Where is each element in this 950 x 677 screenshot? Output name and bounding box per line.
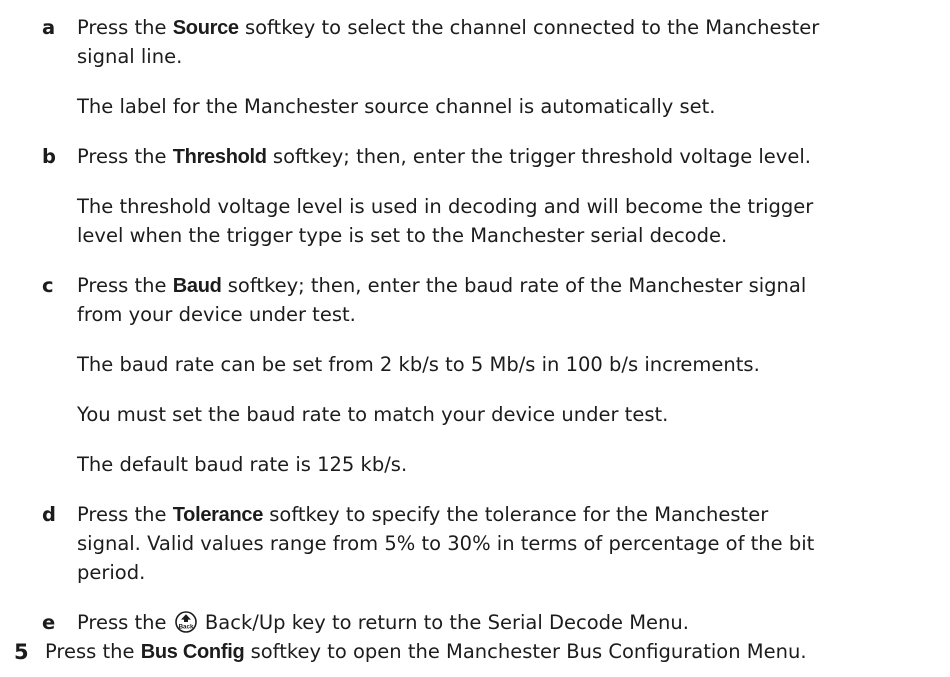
manual-page: a Press the Source softkey to select the… <box>0 0 950 677</box>
substep-marker-a: a <box>42 16 56 39</box>
substep-c-text: Press the Baud softkey; then, enter the … <box>77 274 806 298</box>
substep-a-note: The label for the Manchester source chan… <box>77 95 716 118</box>
back-up-key-icon: Back <box>174 611 197 633</box>
substep-c-note2: You must set the baud rate to match your… <box>77 403 669 426</box>
substep-b-note-line2: level when the trigger type is set to th… <box>77 224 728 247</box>
substep-c-pre: Press the <box>77 274 173 297</box>
substep-d-line2: signal. Valid values range from 5% to 30… <box>77 532 815 555</box>
substep-d-pre: Press the <box>77 503 173 526</box>
substep-b-pre: Press the <box>77 145 173 168</box>
step-number-5: 5 <box>14 640 29 664</box>
substep-marker-c: c <box>42 274 54 297</box>
substep-c-note3: The default baud rate is 125 kb/s. <box>77 453 408 476</box>
substep-b-post: softkey; then, enter the trigger thresho… <box>266 145 811 168</box>
substep-c-post: softkey; then, enter the baud rate of th… <box>221 274 807 297</box>
substep-b-text: Press the Threshold softkey; then, enter… <box>77 145 811 169</box>
substep-e-pre: Press the <box>77 611 173 634</box>
step5-post: softkey to open the Manchester Bus Confi… <box>244 640 807 663</box>
substep-a-text: Press the Source softkey to select the c… <box>77 16 819 40</box>
substep-a-post: softkey to select the channel connected … <box>238 16 820 39</box>
substep-c-note1: The baud rate can be set from 2 kb/s to … <box>77 353 760 376</box>
substep-d-post: softkey to specify the tolerance for the… <box>263 503 769 526</box>
step5-text: Press the Bus Config softkey to open the… <box>45 640 807 664</box>
substep-marker-b: b <box>42 145 56 168</box>
bus-config-softkey-label: Bus Config <box>140 641 245 663</box>
step5-pre: Press the <box>45 640 141 663</box>
substep-e-text: Press the Back Back/Up key to return to … <box>77 611 689 635</box>
baud-softkey-label: Baud <box>172 275 222 297</box>
substep-a-pre: Press the <box>77 16 173 39</box>
substep-e-post: Back/Up key to return to the Serial Deco… <box>198 611 689 634</box>
substep-marker-e: e <box>42 611 56 634</box>
substep-d-line3: period. <box>77 561 146 584</box>
threshold-softkey-label: Threshold <box>172 146 267 168</box>
substep-c-line2: from your device under test. <box>77 303 356 326</box>
tolerance-softkey-label: Tolerance <box>172 504 264 526</box>
substep-b-note-line1: The threshold voltage level is used in d… <box>77 195 814 218</box>
source-softkey-label: Source <box>172 17 239 39</box>
substep-a-line2: signal line. <box>77 45 183 68</box>
back-icon-label: Back <box>178 624 193 631</box>
substep-d-text: Press the Tolerance softkey to specify t… <box>77 503 768 527</box>
substep-marker-d: d <box>42 503 56 526</box>
